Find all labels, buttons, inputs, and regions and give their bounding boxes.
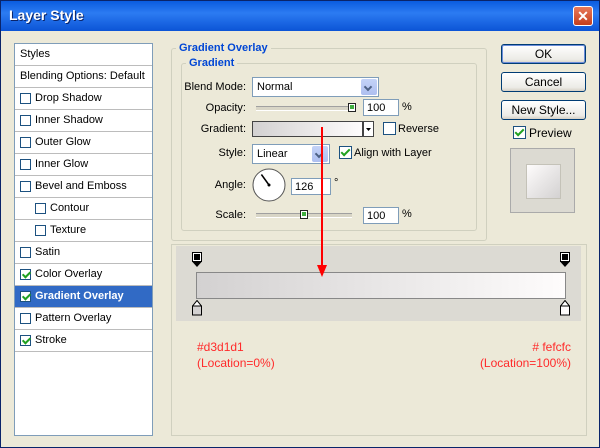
opacity-label: Opacity: [205, 102, 246, 114]
chevron-down-icon [361, 79, 377, 95]
style-item-inner-shadow[interactable]: Inner Shadow [15, 110, 152, 132]
style-item-label: Texture [50, 224, 87, 236]
color-stop-left[interactable] [192, 300, 202, 316]
preview-label: Preview [529, 126, 572, 140]
align-with-layer-label: Align with Layer [354, 147, 432, 159]
angle-dial[interactable] [251, 167, 287, 203]
style-item-styles[interactable]: Styles [15, 44, 152, 66]
angle-unit: ° [334, 177, 339, 189]
style-item-satin[interactable]: Satin [15, 242, 152, 264]
reverse-label: Reverse [398, 123, 439, 135]
style-item-texture[interactable]: Texture [15, 220, 152, 242]
style-item-label: Drop Shadow [35, 92, 102, 104]
gradient-picker[interactable] [252, 121, 363, 137]
style-item-label: Stroke [35, 334, 67, 346]
opacity-unit: % [402, 101, 412, 113]
opacity-stop-left[interactable] [192, 252, 202, 268]
style-item-checkbox[interactable] [20, 335, 31, 346]
end-location-annotation: (Location=100%) [479, 356, 571, 370]
preview-checkbox[interactable] [513, 126, 526, 139]
window-title: Layer Style [9, 7, 84, 23]
cancel-button[interactable]: Cancel [501, 72, 586, 92]
style-item-label: Color Overlay [35, 268, 103, 280]
layer-style-dialog: Layer Style ✕ Styles Blending Options: De… [0, 0, 600, 448]
style-item-stroke[interactable]: Stroke [15, 330, 152, 352]
style-item-checkbox[interactable] [35, 225, 46, 236]
style-item-inner-glow[interactable]: Inner Glow [15, 154, 152, 176]
style-item-checkbox[interactable] [35, 203, 46, 214]
blend-mode-select[interactable]: Normal [252, 77, 379, 97]
blend-mode-label: Blend Mode: [184, 81, 246, 93]
style-item-checkbox[interactable] [20, 93, 31, 104]
opacity-slider[interactable] [256, 103, 356, 112]
scale-label: Scale: [215, 209, 246, 221]
style-item-label: Gradient Overlay [35, 290, 124, 302]
style-item-checkbox[interactable] [20, 115, 31, 126]
start-location-annotation: (Location=0%) [197, 356, 275, 370]
style-item-pattern-overlay[interactable]: Pattern Overlay [15, 308, 152, 330]
style-item-label: Bevel and Emboss [35, 180, 127, 192]
style-item-blending-options-default[interactable]: Blending Options: Default [15, 66, 152, 88]
style-item-label: Styles [20, 48, 50, 60]
style-item-bevel-and-emboss[interactable]: Bevel and Emboss [15, 176, 152, 198]
scale-unit: % [402, 208, 412, 220]
style-item-drop-shadow[interactable]: Drop Shadow [15, 88, 152, 110]
style-item-checkbox[interactable] [20, 181, 31, 192]
end-color-annotation: # fefcfc [532, 340, 571, 354]
gradient-overlay-title: Gradient Overlay [179, 42, 268, 54]
style-item-label: Outer Glow [35, 136, 91, 148]
new-style-button[interactable]: New Style... [501, 100, 586, 120]
scale-slider[interactable] [256, 210, 352, 219]
color-stop-right[interactable] [560, 300, 570, 316]
gradient-bar[interactable] [196, 272, 566, 299]
annotation-arrow-icon [317, 127, 327, 277]
style-item-label: Contour [50, 202, 90, 214]
preview-swatch [510, 148, 575, 213]
reverse-checkbox[interactable] [383, 122, 396, 135]
gradient-label: Gradient: [200, 123, 246, 135]
style-item-label: Inner Shadow [35, 114, 103, 126]
title-bar[interactable]: Layer Style ✕ [1, 1, 599, 31]
gradient-dropdown-button[interactable] [363, 121, 374, 137]
style-item-checkbox[interactable] [20, 137, 31, 148]
style-item-label: Satin [35, 246, 61, 258]
style-item-checkbox[interactable] [20, 159, 31, 170]
gradient-subgroup-title: Gradient [189, 57, 235, 69]
scale-slider-thumb[interactable] [300, 210, 308, 219]
style-item-color-overlay[interactable]: Color Overlay [15, 264, 152, 286]
style-label: Style: [218, 147, 246, 159]
opacity-input[interactable]: 100 [363, 99, 399, 116]
style-item-contour[interactable]: Contour [15, 198, 152, 220]
start-color-annotation: #d3d1d1 [197, 340, 244, 354]
opacity-stop-right[interactable] [560, 252, 570, 268]
blend-mode-value: Normal [257, 81, 293, 93]
style-item-checkbox[interactable] [20, 291, 31, 302]
close-button[interactable]: ✕ [573, 6, 593, 26]
style-item-outer-glow[interactable]: Outer Glow [15, 132, 152, 154]
preview-thumbnail [526, 164, 561, 199]
style-item-label: Blending Options: Default [20, 70, 145, 82]
angle-label: Angle: [214, 179, 246, 191]
style-item-checkbox[interactable] [20, 313, 31, 324]
style-value: Linear [257, 148, 288, 160]
style-item-checkbox[interactable] [20, 247, 31, 258]
opacity-slider-thumb[interactable] [348, 103, 356, 112]
scale-input[interactable]: 100 [363, 207, 399, 224]
style-item-label: Inner Glow [35, 158, 89, 170]
triangle-down-icon [366, 128, 371, 131]
styles-list: Styles Blending Options: Default Drop Shad… [14, 43, 153, 436]
align-with-layer-checkbox[interactable] [339, 146, 352, 159]
style-item-gradient-overlay[interactable]: Gradient Overlay [15, 286, 152, 308]
style-item-checkbox[interactable] [20, 269, 31, 280]
ok-button[interactable]: OK [501, 44, 586, 64]
style-item-label: Pattern Overlay [35, 312, 112, 324]
